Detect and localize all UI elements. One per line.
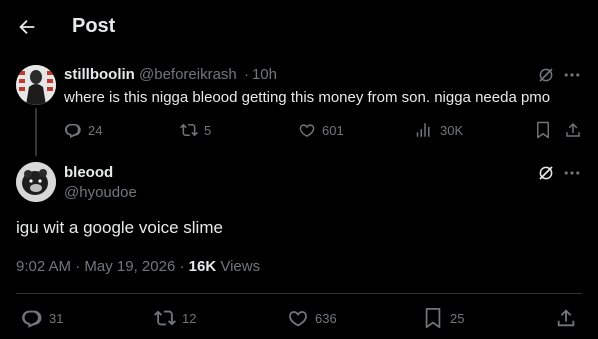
- post-meta: 9:02 AM · May 19, 2026 · 16K Views: [16, 258, 260, 275]
- views-button[interactable]: 30K: [416, 121, 463, 139]
- page-title: Post: [72, 15, 116, 37]
- views-label: Views: [220, 258, 261, 275]
- heart-icon: [299, 124, 315, 137]
- avatar-image: [16, 65, 56, 105]
- post-time[interactable]: 10h: [252, 66, 277, 83]
- reply-icon: [64, 123, 81, 138]
- bookmark-count: 25: [450, 310, 465, 326]
- more-icon: [564, 73, 580, 77]
- avatar[interactable]: [16, 65, 56, 105]
- handle[interactable]: @hyoudoe: [64, 184, 137, 201]
- repost-count: 12: [182, 310, 197, 326]
- bookmark-button[interactable]: 25: [422, 307, 464, 329]
- grok-button[interactable]: [537, 66, 555, 84]
- reply-button[interactable]: 24: [64, 121, 102, 139]
- reply-icon: [22, 310, 42, 328]
- post-time[interactable]: 9:02 AM: [16, 258, 71, 275]
- repost-icon: [154, 310, 176, 326]
- display-name[interactable]: bleood: [64, 164, 113, 181]
- more-button[interactable]: [562, 65, 582, 85]
- reply-button[interactable]: 31: [21, 307, 63, 329]
- avatar-image: [16, 162, 56, 202]
- separator: ·: [243, 66, 249, 83]
- separator: ·: [179, 258, 185, 275]
- share-icon: [557, 309, 575, 327]
- grok-icon: [539, 68, 553, 82]
- reply-count: 31: [49, 310, 64, 326]
- reply-count: 24: [88, 122, 103, 138]
- bookmark-icon: [537, 121, 549, 139]
- like-count: 601: [322, 122, 344, 138]
- like-count: 636: [315, 310, 337, 326]
- back-button[interactable]: [16, 16, 38, 38]
- avatar[interactable]: [16, 162, 56, 202]
- share-icon: [566, 122, 580, 137]
- repost-button[interactable]: 5: [180, 121, 211, 139]
- arrow-left-icon: [19, 19, 35, 35]
- display-name[interactable]: stillboolin: [64, 66, 135, 83]
- post-text: igu wit a google voice slime: [16, 218, 223, 237]
- grok-button[interactable]: [537, 164, 555, 182]
- like-button[interactable]: 636: [287, 307, 337, 329]
- repost-icon: [180, 123, 198, 137]
- divider: [16, 293, 582, 294]
- like-button[interactable]: 601: [298, 121, 344, 139]
- share-button[interactable]: [564, 121, 582, 139]
- views-count: 16K: [188, 258, 217, 275]
- post-date[interactable]: May 19, 2026: [84, 258, 175, 275]
- separator: ·: [75, 258, 81, 275]
- bookmark-button[interactable]: [534, 121, 552, 139]
- post-text: where is this nigga bleood getting this …: [64, 89, 551, 106]
- share-button[interactable]: [555, 307, 577, 329]
- analytics-icon: [416, 123, 430, 137]
- grok-icon: [539, 166, 553, 180]
- more-button[interactable]: [562, 163, 582, 183]
- more-icon: [564, 171, 580, 175]
- handle[interactable]: @beforeikrash: [139, 66, 237, 83]
- parent-post-header: stillboolin @beforeikrash · 10h: [64, 66, 277, 83]
- heart-icon: [289, 311, 307, 327]
- repost-count: 5: [204, 122, 212, 138]
- bookmark-icon: [425, 307, 441, 329]
- repost-button[interactable]: 12: [154, 307, 196, 329]
- thread-connector: [35, 108, 37, 156]
- views-count: 30K: [440, 122, 464, 138]
